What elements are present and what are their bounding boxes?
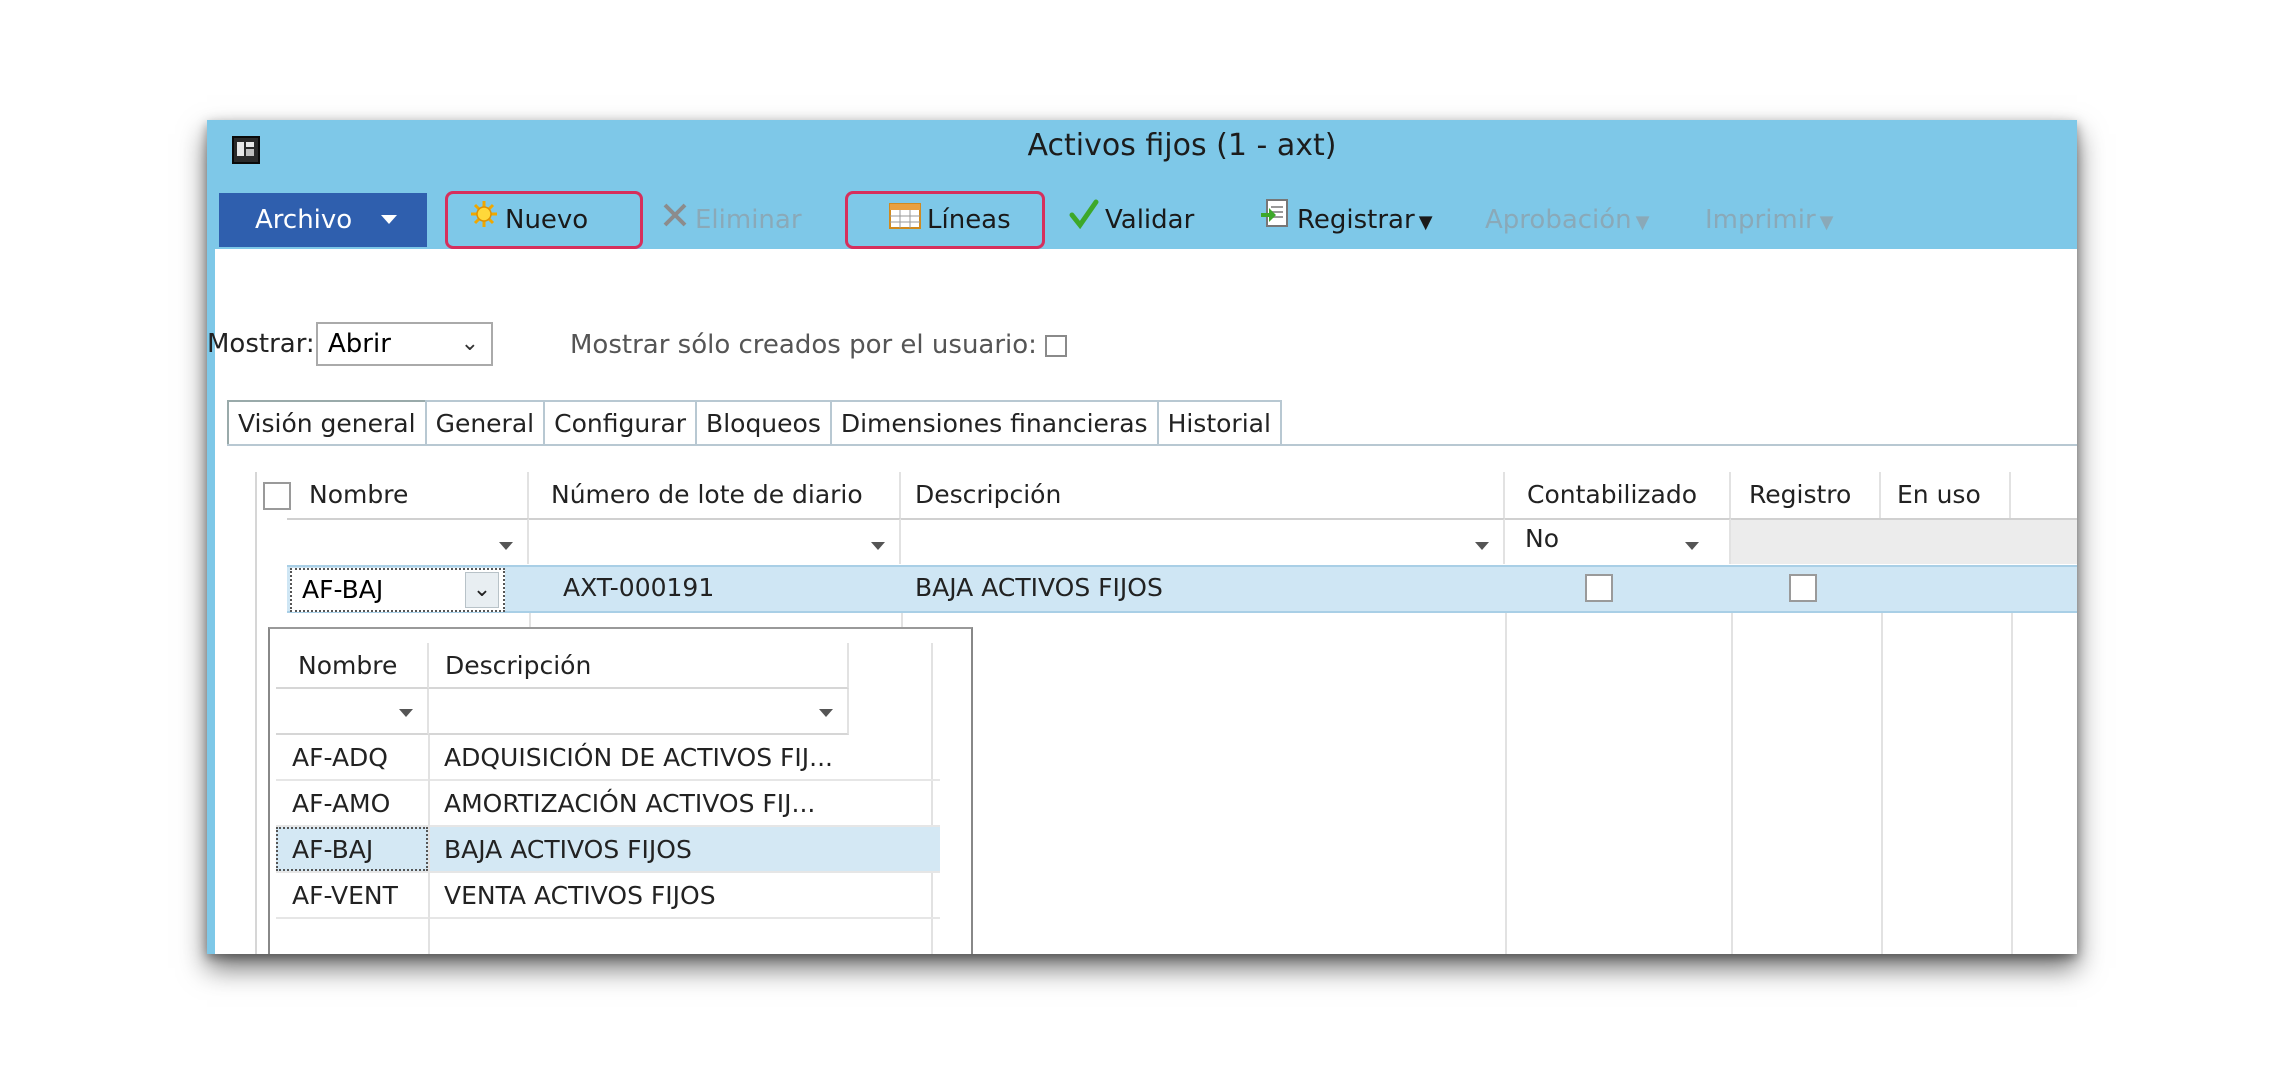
lookup-row[interactable]: AF-ADQ ADQUISICIÓN DE ACTIVOS FIJ... — [276, 735, 940, 781]
lookup-row[interactable]: AF-AMO AMORTIZACIÓN ACTIVOS FIJ... — [276, 781, 940, 827]
only-user-filter: Mostrar sólo creados por el usuario: — [570, 330, 1068, 360]
column-divider — [1731, 612, 1733, 954]
dropdown-arrow-icon — [871, 542, 885, 550]
checkmark-icon — [1069, 194, 1099, 248]
column-header-contabilizado[interactable]: Contabilizado — [1505, 472, 1731, 518]
lookup-row[interactable]: AF-VENT VENTA ACTIVOS FIJOS — [276, 873, 940, 919]
dropdown-arrow-icon — [1685, 542, 1699, 550]
filter-nombre[interactable] — [287, 518, 529, 564]
table-row-selected[interactable]: AXT-000191 BAJA ACTIVOS FIJOS — [287, 565, 2077, 613]
tab-bloqueos[interactable]: Bloqueos — [695, 400, 832, 446]
tab-strip: Visión general General Configurar Bloque… — [227, 400, 1282, 446]
column-header-descripcion[interactable]: Descripción — [901, 472, 1505, 518]
lookup-header-nombre[interactable]: Nombre — [276, 643, 429, 689]
post-document-icon — [1259, 194, 1291, 248]
column-divider — [428, 873, 430, 919]
column-divider — [2011, 612, 2013, 954]
filter-contabilizado-value: No — [1525, 524, 1559, 553]
dropdown-arrow-icon: ▼ — [1418, 212, 1433, 233]
dropdown-arrow-icon: ▼ — [1635, 212, 1650, 233]
archivo-menu-button[interactable]: Archivo — [219, 193, 427, 247]
column-divider — [1505, 612, 1507, 954]
lookup-cell-descripcion: BAJA ACTIVOS FIJOS — [444, 835, 692, 864]
lookup-cell-descripcion: AMORTIZACIÓN ACTIVOS FIJ... — [444, 789, 816, 818]
column-header-lote[interactable]: Número de lote de diario — [529, 472, 901, 518]
lineas-label: Líneas — [927, 205, 1011, 235]
column-divider — [428, 919, 430, 954]
app-window: Activos fijos (1 - axt) Archivo Nuevo El… — [207, 120, 2077, 954]
registrar-label: Registrar — [1297, 205, 1415, 235]
lookup-header-descripcion[interactable]: Descripción — [429, 643, 849, 689]
tab-dimensiones-financieras[interactable]: Dimensiones financieras — [829, 400, 1159, 446]
mostrar-select-value: Abrir — [328, 329, 391, 359]
imprimir-button[interactable]: Imprimir ▼ — [1705, 193, 1834, 247]
registro-checkbox[interactable] — [1789, 574, 1817, 602]
aprobacion-label: Aprobación — [1485, 205, 1632, 235]
only-user-checkbox[interactable] — [1045, 334, 1068, 357]
dropdown-arrow-icon — [399, 709, 413, 717]
mostrar-select[interactable]: Abrir ⌄ — [316, 322, 493, 366]
cell-lote: AXT-000191 — [563, 573, 715, 602]
nuevo-label: Nuevo — [505, 205, 589, 235]
lookup-cell-descripcion: VENTA ACTIVOS FIJOS — [444, 881, 716, 910]
archivo-label: Archivo — [255, 205, 353, 235]
lookup-cell-nombre: AF-AMO — [292, 789, 391, 818]
lookup-filter-descripcion[interactable] — [429, 689, 849, 735]
filter-descripcion[interactable] — [901, 518, 1505, 564]
filter-lote[interactable] — [529, 518, 901, 564]
grid-lines-icon — [889, 194, 921, 248]
nombre-lookup-button[interactable]: ⌄ — [465, 572, 499, 608]
nuevo-button[interactable]: Nuevo — [469, 193, 588, 247]
lookup-cell-descripcion: ADQUISICIÓN DE ACTIVOS FIJ... — [444, 743, 833, 772]
column-divider — [428, 735, 430, 781]
dropdown-arrow-icon — [819, 709, 833, 717]
column-divider — [428, 827, 430, 873]
lookup-dropdown: Nombre Descripción AF-ADQ ADQUISICIÓN DE… — [268, 627, 973, 954]
filter-contabilizado[interactable]: No — [1505, 518, 1731, 564]
dropdown-arrow-icon — [499, 542, 513, 550]
column-header-registro[interactable]: Registro — [1731, 472, 1881, 518]
tab-vision-general[interactable]: Visión general — [227, 400, 427, 446]
lookup-cell-nombre: AF-BAJ — [292, 835, 374, 864]
cell-descripcion: BAJA ACTIVOS FIJOS — [915, 573, 1163, 602]
lineas-button[interactable]: Líneas — [889, 193, 1011, 247]
contabilizado-checkbox[interactable] — [1585, 574, 1613, 602]
window-title: Activos fijos (1 - axt) — [1027, 128, 1337, 163]
tab-historial[interactable]: Historial — [1156, 400, 1282, 446]
chevron-down-icon — [381, 215, 397, 224]
dropdown-arrow-icon: ▼ — [1819, 212, 1834, 233]
aprobacion-button[interactable]: Aprobación ▼ — [1485, 193, 1650, 247]
chevron-down-icon: ⌄ — [460, 331, 479, 356]
lookup-cell-nombre: AF-VENT — [292, 881, 398, 910]
column-header-nombre[interactable]: Nombre — [287, 472, 529, 518]
tab-panel-border — [227, 444, 2077, 446]
column-divider — [428, 781, 430, 827]
filter-empty — [1731, 518, 2077, 564]
registrar-button[interactable]: Registrar ▼ — [1259, 193, 1433, 247]
tab-general[interactable]: General — [424, 400, 546, 446]
eliminar-label: Eliminar — [695, 205, 802, 235]
only-user-label: Mostrar sólo creados por el usuario: — [570, 330, 1037, 360]
sun-star-icon — [469, 194, 499, 248]
mostrar-label: Mostrar: — [207, 329, 315, 359]
lookup-row-empty — [276, 919, 940, 954]
lookup-row-selected[interactable]: AF-BAJ BAJA ACTIVOS FIJOS — [276, 827, 940, 873]
validar-label: Validar — [1105, 205, 1195, 235]
validar-button[interactable]: Validar — [1069, 193, 1194, 247]
eliminar-button[interactable]: Eliminar — [661, 193, 802, 247]
lookup-cell-nombre: AF-ADQ — [292, 743, 388, 772]
nombre-combo-value: AF-BAJ — [302, 575, 384, 604]
tab-configurar[interactable]: Configurar — [543, 400, 698, 446]
dropdown-arrow-icon — [1475, 542, 1489, 550]
column-divider — [1881, 612, 1883, 954]
column-header-en-uso[interactable]: En uso — [1881, 472, 2011, 518]
x-delete-icon — [661, 194, 689, 248]
imprimir-label: Imprimir — [1705, 205, 1816, 235]
title-bar: Activos fijos (1 - axt) — [207, 120, 2077, 189]
lookup-filter-nombre[interactable] — [276, 689, 429, 735]
